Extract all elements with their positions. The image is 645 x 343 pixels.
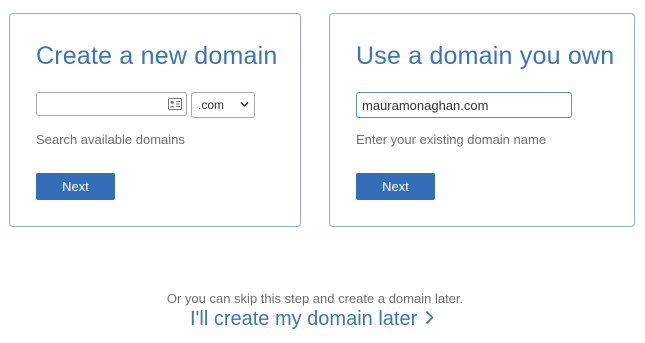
- create-domain-helper: Search available domains: [36, 132, 185, 147]
- chevron-down-icon: [240, 101, 249, 108]
- new-domain-input-wrapper[interactable]: [36, 92, 187, 116]
- create-domain-later-link[interactable]: I'll create my domain later: [190, 308, 434, 331]
- tld-select[interactable]: .com: [191, 92, 255, 118]
- chevron-right-icon: [426, 311, 434, 325]
- own-domain-input[interactable]: [356, 92, 572, 118]
- own-domain-next-button[interactable]: Next: [356, 173, 435, 200]
- tld-selected-value: .com: [198, 98, 225, 112]
- contact-card-icon[interactable]: [168, 98, 182, 110]
- own-domain-helper: Enter your existing domain name: [356, 132, 547, 147]
- new-domain-input[interactable]: [41, 94, 166, 114]
- own-domain-title: Use a domain you own: [356, 42, 615, 70]
- create-domain-next-button[interactable]: Next: [36, 173, 115, 200]
- create-domain-later-label: I'll create my domain later: [190, 308, 418, 330]
- create-domain-card: Create a new domain .com Search availabl…: [9, 13, 301, 227]
- create-domain-title: Create a new domain: [36, 42, 278, 70]
- own-domain-card: Use a domain you own Enter your existing…: [329, 13, 635, 227]
- skip-explanation: Or you can skip this step and create a d…: [166, 291, 464, 306]
